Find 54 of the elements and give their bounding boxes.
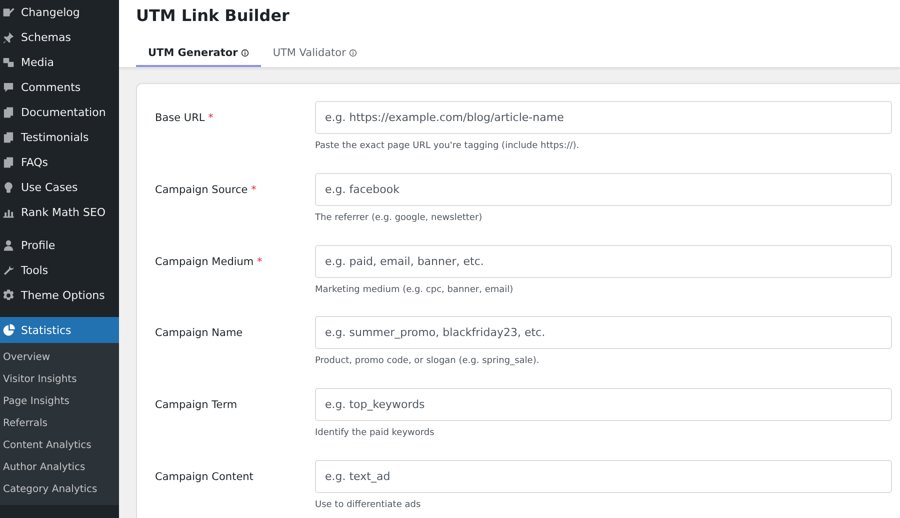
media-icon — [2, 56, 15, 69]
input-field[interactable]: e.g. paid, email, banner, etc. — [315, 244, 892, 278]
input-field[interactable]: e.g. top_keywords — [315, 388, 892, 422]
field-label: Campaign Source * — [155, 182, 258, 198]
sidebar-item[interactable]: Schemas — [0, 25, 119, 50]
sidebar-item[interactable]: Theme Options — [0, 283, 119, 308]
help-text: Paste the exact page URL you're tagging (include https://). — [315, 141, 580, 151]
info-icon — [240, 48, 249, 56]
user-icon — [2, 239, 15, 252]
tab[interactable]: UTM Validator — [260, 40, 369, 67]
input-field[interactable]: e.g. text_ad — [315, 460, 892, 493]
submenu-item[interactable]: Overview — [0, 347, 119, 369]
input-field[interactable]: e.g. facebook — [315, 172, 892, 206]
field-label: Campaign Medium * — [155, 254, 264, 270]
submenu-item[interactable]: Content Analytics — [0, 435, 119, 457]
sidebar-item[interactable]: Statistics — [0, 317, 119, 343]
wrench-icon — [2, 264, 15, 277]
info-icon — [348, 48, 357, 56]
input-field[interactable]: e.g. https://example.com/blog/article-name — [315, 101, 892, 134]
page-title: UTM Link Builder — [136, 6, 290, 27]
submenu-item[interactable]: Referrals — [0, 413, 119, 435]
submenu-item[interactable]: Author Analytics — [0, 457, 119, 479]
tab[interactable]: UTM Generator — [136, 40, 261, 67]
sidebar-item[interactable]: FAQs — [0, 150, 119, 175]
sidebar-item[interactable]: Documentation — [0, 100, 119, 125]
help-text: The referrer (e.g. google, newsletter) — [315, 212, 484, 223]
pages-icon — [2, 106, 15, 119]
sidebar-item[interactable]: Use Cases — [0, 175, 119, 200]
submenu-item[interactable]: Visitor Insights — [0, 369, 119, 391]
help-text: Product, promo code, or slogan (e.g. spring_sale). — [315, 356, 540, 366]
sidebar-item[interactable]: Comments — [0, 75, 119, 100]
field-label: Base URL * — [155, 111, 214, 126]
help-text: Use to differentiate ads — [315, 500, 422, 510]
sidebar-item[interactable]: Media — [0, 50, 119, 75]
pie-chart-icon — [2, 324, 15, 336]
lightbulb-icon — [2, 181, 15, 194]
sidebar-item[interactable]: Tools — [0, 258, 119, 283]
speech-bubble-icon — [2, 81, 15, 94]
pin-icon — [2, 31, 15, 44]
sidebar-item[interactable]: Testimonials — [0, 125, 119, 150]
field-label: Campaign Content — [155, 470, 254, 485]
edit-icon — [2, 6, 15, 19]
submenu-item[interactable]: Category Analytics — [0, 479, 119, 501]
field-label: Campaign Name — [155, 326, 244, 342]
input-field[interactable]: e.g. summer_promo, blackfriday23, etc. — [315, 316, 892, 350]
help-text: Identify the paid keywords — [315, 428, 436, 438]
sidebar-item[interactable]: Changelog — [0, 0, 119, 25]
help-text: Marketing medium (e.g. cpc, banner, email) — [315, 284, 514, 295]
field-label: Campaign Term — [155, 398, 238, 414]
sidebar-item[interactable]: Profile — [0, 233, 119, 258]
pages-icon — [2, 131, 15, 144]
pages-icon — [2, 156, 15, 169]
submenu-item[interactable]: Page Insights — [0, 391, 119, 413]
sidebar-item[interactable]: Rank Math SEO — [0, 200, 119, 225]
